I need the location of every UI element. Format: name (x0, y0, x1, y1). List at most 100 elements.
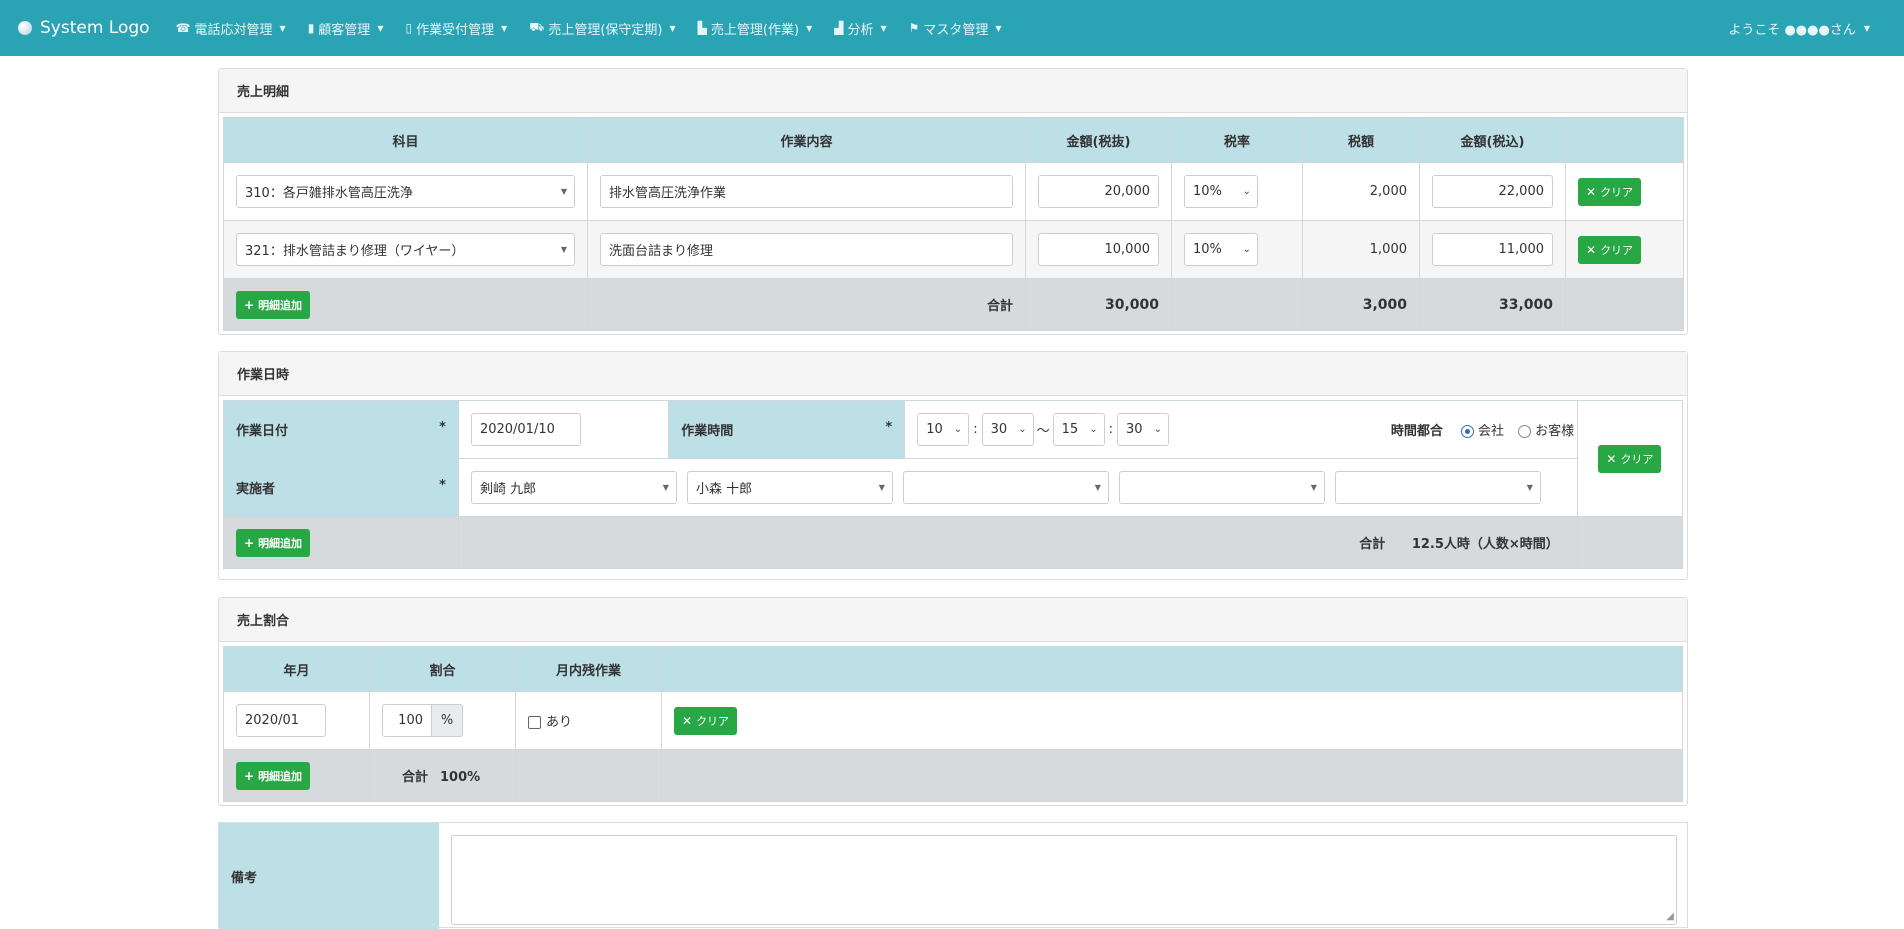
worker-select-3[interactable]: ▼ (902, 471, 1109, 504)
tax-rate-select[interactable]: 10% ⌄ (1184, 175, 1258, 208)
caret-down-icon: ▼ (501, 23, 508, 33)
start-min-select[interactable]: 30 ⌄ (981, 413, 1034, 446)
empty-cell (1565, 278, 1684, 331)
amount-in-input[interactable]: 11,000 (1432, 233, 1553, 266)
tax-value: 2,000 (1302, 162, 1420, 221)
nav-label: 作業受付管理 (416, 22, 495, 38)
tax-rate-select[interactable]: 10% ⌄ (1184, 233, 1258, 266)
column-header: 税率 (1171, 117, 1303, 163)
chevron-down-icon: ⌄ (953, 424, 963, 435)
caret-down-icon: ▼ (1094, 483, 1101, 492)
nav-item-phone[interactable]: ☎ 電話応対管理 ▼ (176, 19, 286, 38)
resize-handle-icon[interactable]: ◢ (1666, 911, 1674, 922)
button-label: 明細追加 (258, 769, 303, 783)
caret-down-icon: ▼ (377, 23, 384, 33)
flag-icon: ⚑ (908, 21, 920, 35)
column-header (661, 646, 1683, 692)
total-row: + 明細追加 合計 100% (223, 749, 1683, 802)
nav-item-sales-maintenance[interactable]: ⛟ 売上管理(保守定期) ▼ (529, 19, 675, 38)
empty-cell (1576, 516, 1684, 569)
worker-select-2[interactable]: 小森 十郎 ▼ (686, 471, 893, 504)
close-icon: ✕ (1606, 451, 1617, 466)
amount-in-input[interactable]: 22,000 (1432, 175, 1553, 208)
nav-label: 分析 (847, 22, 874, 38)
subject-select[interactable]: 310：各戸雑排水管高圧洗浄 ▼ (236, 175, 575, 208)
worker-select-1[interactable]: 剣崎 九郎 ▼ (470, 471, 677, 504)
worker-select-5[interactable]: ▼ (1334, 471, 1541, 504)
notes-textarea[interactable]: ◢ (451, 835, 1677, 925)
work-date-label: 作業日付 * (223, 400, 459, 459)
add-detail-button[interactable]: + 明細追加 (236, 290, 311, 319)
logo-icon (18, 21, 32, 35)
close-icon: ✕ (1586, 184, 1597, 199)
total-label: 合計 (587, 278, 1026, 331)
chevron-down-icon: ⌄ (1153, 424, 1162, 435)
column-header: 金額(税抜) (1025, 117, 1172, 163)
subject-select[interactable]: 321：排水管詰まり修理（ワイヤー） ▼ (236, 233, 575, 266)
end-hour-select[interactable]: 15 ⌄ (1052, 413, 1105, 446)
building-icon: ▮ (307, 21, 315, 35)
end-min-select[interactable]: 30 ⌄ (1116, 413, 1169, 446)
nav-item-sales-work[interactable]: ▙ 売上管理(作業) ▼ (698, 19, 813, 38)
clear-button[interactable]: ✕ クリア (674, 706, 738, 735)
amount-ex-input[interactable]: 20,000 (1038, 175, 1159, 208)
clear-button[interactable]: ✕ クリア (1598, 444, 1662, 473)
nav-item-customer[interactable]: ▮ 顧客管理 ▼ (308, 19, 384, 38)
nav-item-master[interactable]: ⚑ マスタ管理 ▼ (909, 19, 1002, 38)
table-row: 作業日付 * 2020/01/10 作業時間 * 10 ⌄ : 30 ⌄ 〜 15 ⌄ :… (223, 400, 1684, 517)
user-menu[interactable]: ようこそ ●●●●さん ▼ (1728, 0, 1870, 56)
remaining-work-checkbox[interactable] (528, 716, 541, 729)
work-date-input[interactable]: 2020/01/10 (470, 413, 581, 446)
plus-icon: + (244, 768, 255, 783)
welcome-text: ようこそ ●●●●さん (1728, 22, 1856, 38)
amount-ex-input[interactable]: 10,000 (1038, 233, 1159, 266)
radio-customer[interactable] (1518, 425, 1532, 438)
empty-cell (1171, 278, 1303, 331)
button-label: クリア (1600, 185, 1634, 199)
select-value: 30 (1125, 422, 1143, 437)
select-value: 剣崎 九郎 (479, 482, 537, 497)
button-label: クリア (1620, 452, 1654, 466)
total-ratio: 100% (440, 770, 481, 785)
document-icon: ▯ (405, 21, 413, 35)
select-value: 321：排水管詰まり修理（ワイヤー） (245, 244, 465, 259)
nav-item-analysis[interactable]: ▟ 分析 ▼ (834, 19, 886, 38)
select-value: 10% (1193, 184, 1222, 199)
percent-addon: % (432, 704, 463, 737)
start-hour-select[interactable]: 10 ⌄ (917, 413, 970, 446)
add-detail-button[interactable]: + 明細追加 (236, 761, 311, 790)
worker-select-4[interactable]: ▼ (1118, 471, 1325, 504)
add-detail-button[interactable]: + 明細追加 (236, 528, 311, 557)
total-tax: 3,000 (1302, 278, 1420, 331)
table-row: 実施者 * 剣崎 九郎 ▼ 小森 十郎 ▼ ▼ ▼ ▼ (223, 458, 1683, 517)
brand-logo[interactable]: System Logo (18, 18, 150, 38)
year-month-input[interactable]: 2020/01 (236, 704, 326, 737)
sales-detail-panel: 売上明細 科目 作業内容 金額(税抜) 税率 税額 金額(税込) 310：各戸雑 (218, 68, 1688, 335)
column-header: 税額 (1302, 117, 1420, 163)
work-content-input[interactable]: 洗面台詰まり修理 (600, 233, 1013, 266)
close-icon: ✕ (1586, 242, 1597, 257)
caret-down-icon: ▼ (560, 245, 567, 254)
clear-button[interactable]: ✕ クリア (1578, 177, 1642, 206)
select-value: 30 (990, 422, 1008, 437)
clear-button[interactable]: ✕ クリア (1578, 235, 1642, 264)
column-header: 割合 (369, 646, 516, 692)
ratio-input[interactable]: 100 (382, 704, 432, 737)
time-colon: : (973, 422, 978, 437)
radio-company[interactable] (1461, 425, 1475, 438)
checkbox-label: あり (546, 715, 573, 730)
label-text: 実施者 (236, 482, 276, 497)
total-amount-in: 33,000 (1419, 278, 1566, 331)
nav-label: 顧客管理 (318, 22, 371, 38)
nav-label: 電話応対管理 (194, 22, 273, 38)
notes-label: 備考 (219, 823, 439, 929)
truck-icon: ⛟ (529, 20, 545, 34)
select-value: 小森 十郎 (695, 482, 753, 497)
nav-item-work-reception[interactable]: ▯ 作業受付管理 ▼ (405, 19, 507, 38)
notes-section: 備考 ◢ (218, 822, 1688, 929)
panel-title: 売上割合 (219, 598, 1687, 642)
radio-label: お客様 (1535, 424, 1575, 439)
plus-icon: + (244, 535, 255, 550)
plus-icon: + (244, 297, 255, 312)
work-content-input[interactable]: 排水管高圧洗浄作業 (600, 175, 1013, 208)
